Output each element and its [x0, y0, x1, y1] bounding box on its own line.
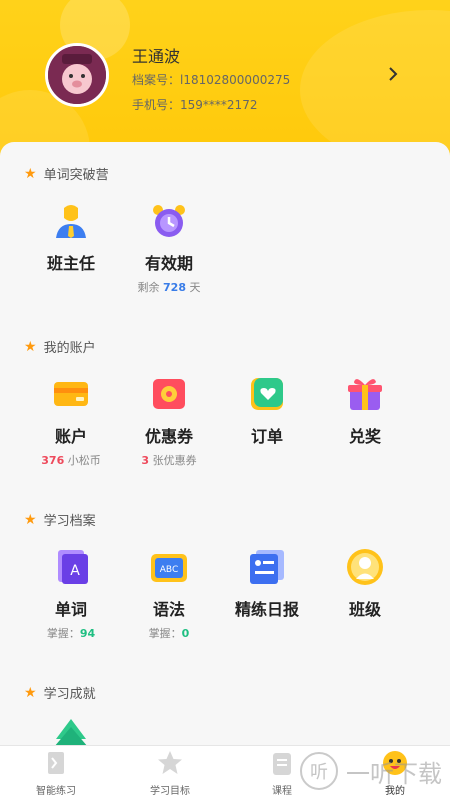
validity-remaining: 剩余 728 天 — [137, 281, 201, 294]
star-icon: ★ — [24, 338, 37, 355]
file-number: 档案号：l18102800000275 — [132, 73, 291, 87]
star-icon: ★ — [24, 511, 37, 528]
section-title-study-archive: ★ 学习档案 — [24, 511, 96, 530]
practice-icon — [43, 750, 69, 776]
tab-study-goal[interactable]: 学习目标 — [130, 750, 210, 797]
content-card: ★ 单词突破营 班主任 有效期 剩余 728 天 ★ 我的账户 账户 376 小… — [0, 142, 450, 745]
user-name: 王通波 — [132, 47, 181, 66]
star-icon: ★ — [24, 165, 37, 182]
head-teacher-icon — [52, 202, 90, 240]
class-icon — [346, 548, 384, 586]
star-icon: ★ — [24, 684, 37, 701]
order-heart-icon — [248, 375, 286, 413]
tree-achievement-icon[interactable] — [52, 717, 90, 745]
coupon-icon — [150, 375, 188, 413]
section-title-achievements: ★ 学习成就 — [24, 684, 96, 703]
abc-board-icon: ABC — [150, 548, 188, 586]
alarm-clock-icon — [150, 202, 188, 240]
daily-report-icon — [248, 548, 286, 586]
watermark: 听 一听下载 — [300, 752, 442, 790]
word-book-icon: A — [52, 548, 90, 586]
avatar[interactable] — [45, 43, 109, 107]
tile-account[interactable]: 账户 376 小松币 — [26, 375, 116, 468]
tile-head-teacher[interactable]: 班主任 — [26, 202, 116, 274]
tile-validity[interactable]: 有效期 剩余 728 天 — [124, 202, 214, 295]
chevron-right-icon[interactable] — [388, 66, 398, 86]
star-icon — [157, 750, 183, 776]
tile-class[interactable]: 班级 — [320, 548, 410, 620]
section-title-my-account: ★ 我的账户 — [24, 338, 96, 357]
phone-number: 手机号：159****2172 — [132, 98, 258, 112]
tile-coupon[interactable]: 优惠券 3 张优惠券 — [124, 375, 214, 468]
course-icon — [269, 750, 295, 776]
section-title-word-camp: ★ 单词突破营 — [24, 165, 109, 184]
wallet-icon — [52, 375, 90, 413]
tile-daily-report[interactable]: 精练日报 — [222, 548, 312, 620]
gift-icon — [346, 375, 384, 413]
svg-text:A: A — [70, 563, 80, 579]
tile-redeem[interactable]: 兑奖 — [320, 375, 410, 447]
tile-order[interactable]: 订单 — [222, 375, 312, 447]
tile-grammar[interactable]: ABC 语法 掌握：0 — [124, 548, 214, 641]
svg-text:ABC: ABC — [160, 565, 178, 575]
tile-words[interactable]: A 单词 掌握：94 — [26, 548, 116, 641]
watermark-logo-icon: 听 — [300, 752, 338, 790]
tab-smart-practice[interactable]: 智能练习 — [16, 750, 96, 797]
